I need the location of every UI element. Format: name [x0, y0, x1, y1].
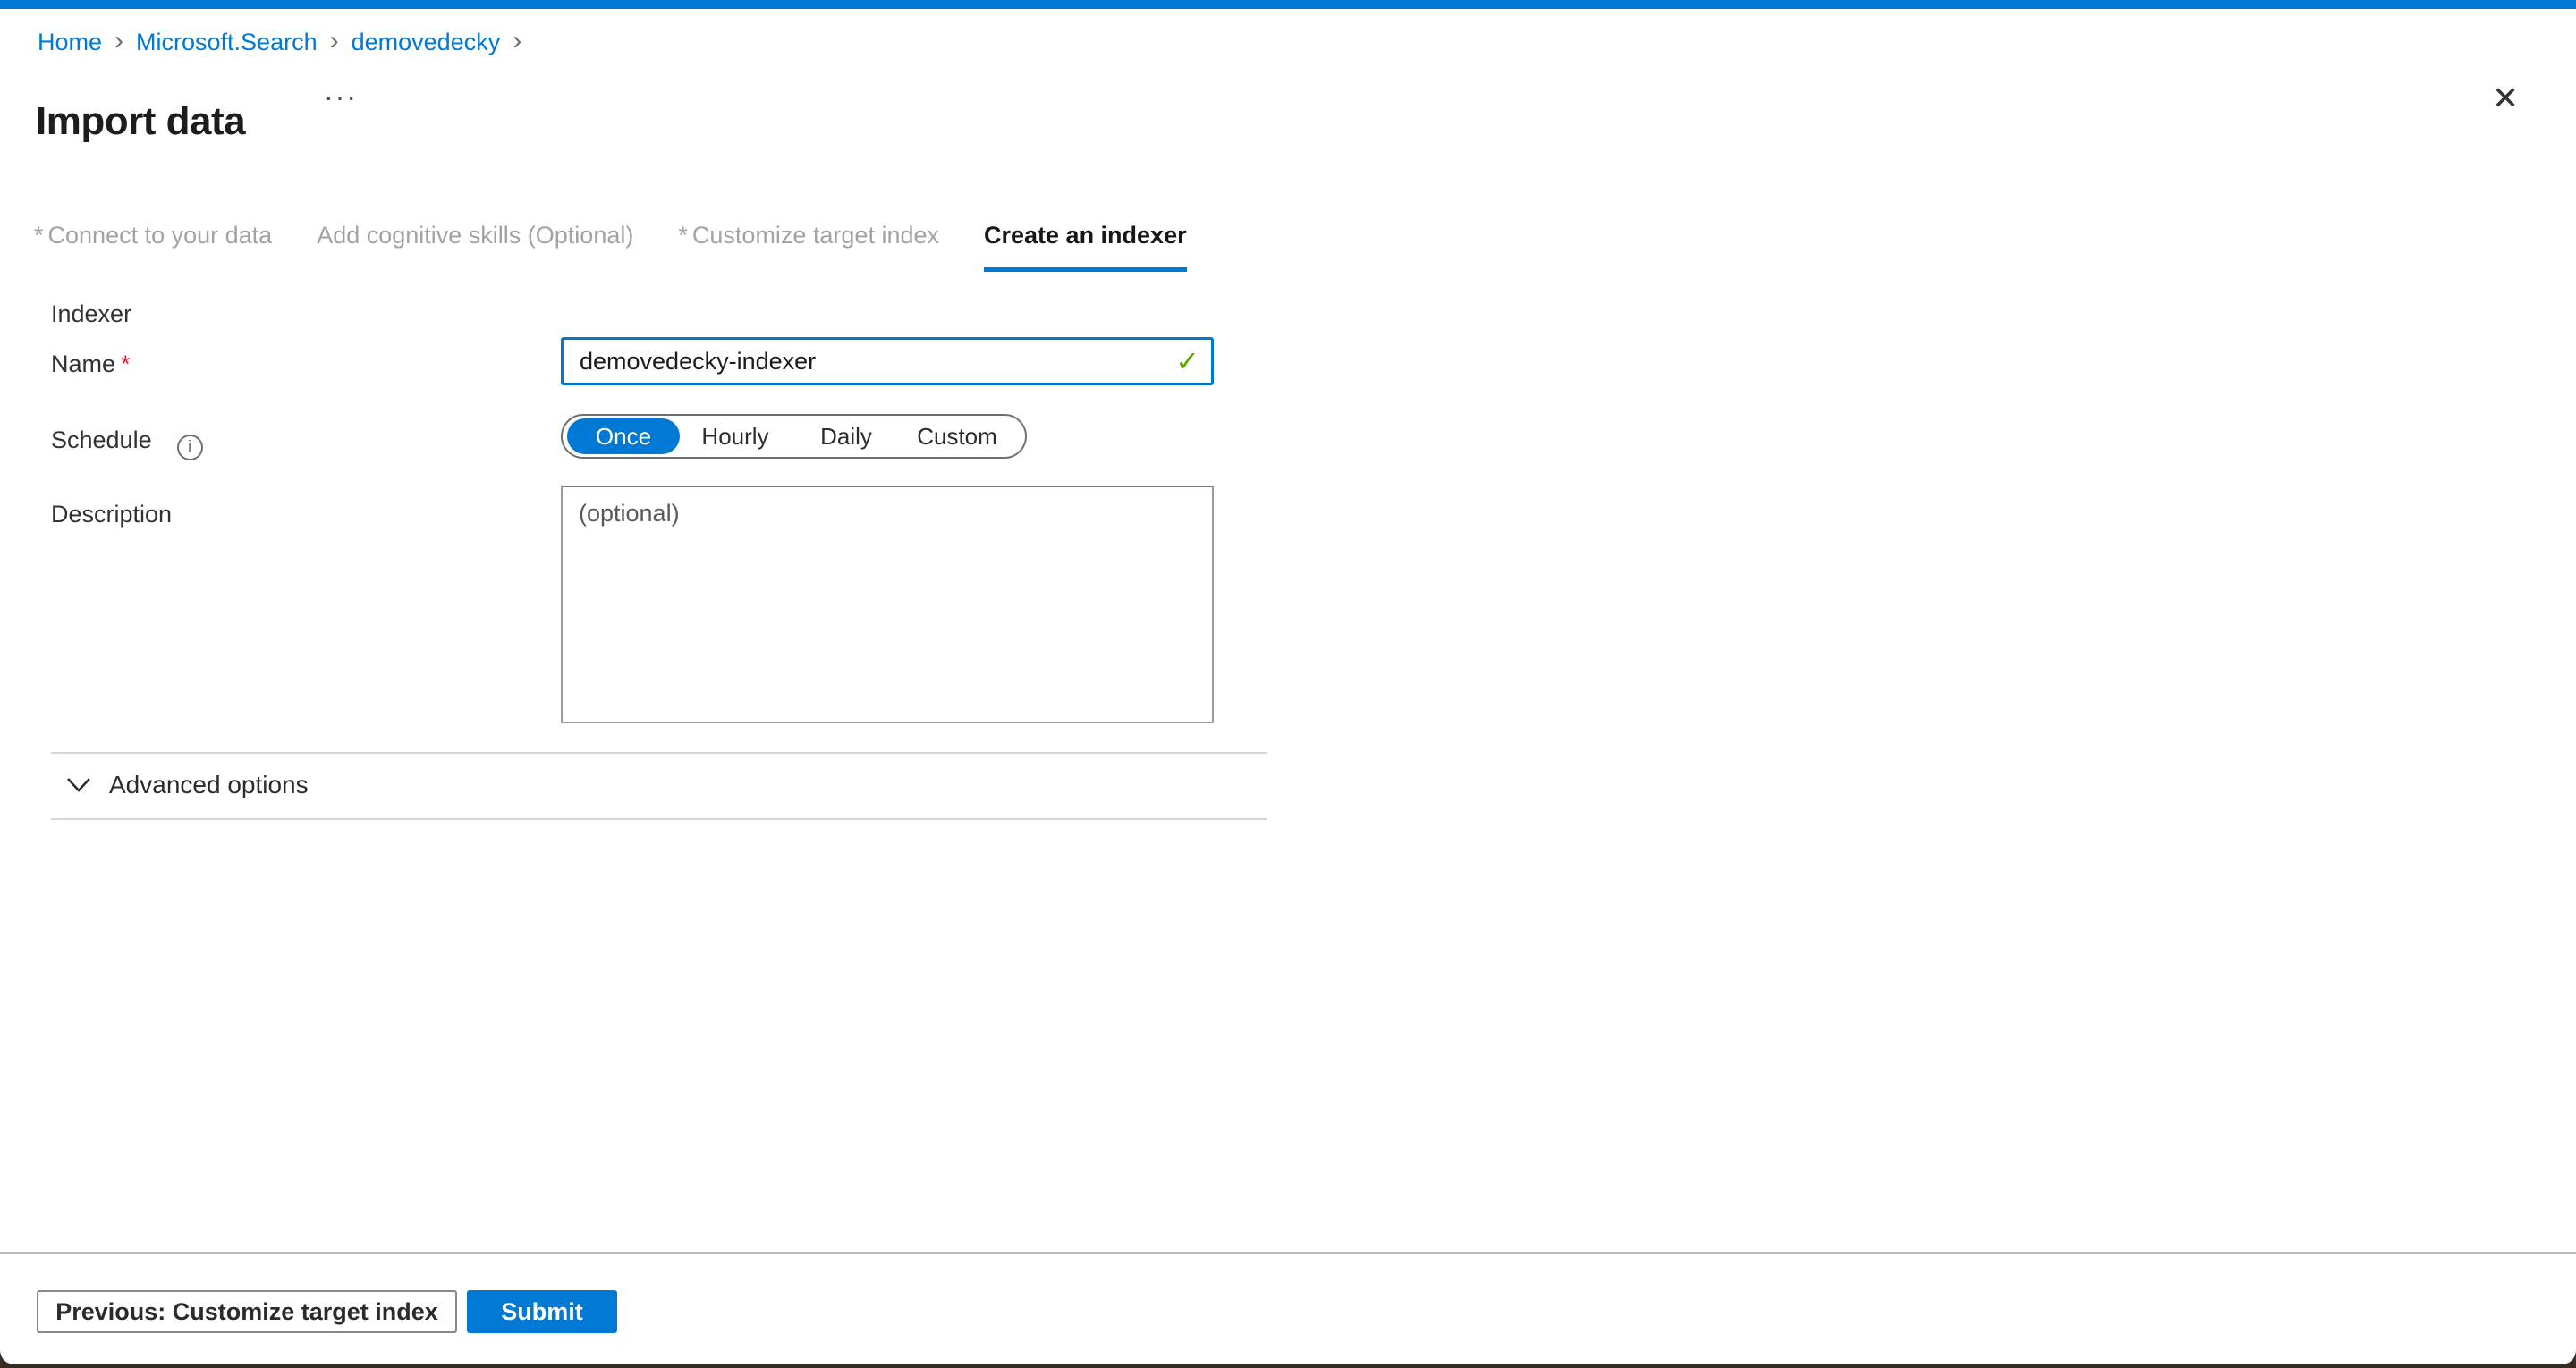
tab-create-an-indexer[interactable]: Create an indexer: [984, 222, 1187, 272]
required-marker: *: [34, 222, 44, 249]
section-divider: [51, 818, 1267, 820]
close-icon[interactable]: ✕: [2492, 82, 2519, 114]
wizard-tabs: *Connect to your data Add cognitive skil…: [34, 222, 1187, 272]
tab-customize-target-index[interactable]: *Customize target index: [678, 222, 939, 272]
info-icon[interactable]: i: [177, 435, 203, 460]
description-label: Description: [51, 501, 172, 528]
azure-top-accent-bar: [0, 0, 2576, 9]
advanced-options-toggle[interactable]: Advanced options: [66, 771, 309, 799]
tab-add-cognitive-skills[interactable]: Add cognitive skills (Optional): [317, 222, 633, 272]
schedule-option-hourly[interactable]: Hourly: [680, 423, 791, 451]
chevron-right-icon: ›: [114, 29, 123, 53]
breadcrumb-demovedecky-link[interactable]: demovedecky: [352, 29, 501, 56]
breadcrumb-microsoft-search-link[interactable]: Microsoft.Search: [136, 29, 318, 56]
chevron-right-icon: ›: [513, 29, 521, 53]
name-field-wrapper: ✓: [561, 337, 1214, 385]
advanced-options-label: Advanced options: [109, 771, 309, 799]
breadcrumb-home-link[interactable]: Home: [38, 29, 102, 56]
schedule-segmented-control: Once Hourly Daily Custom: [561, 414, 1027, 459]
previous-step-button[interactable]: Previous: Customize target index: [37, 1290, 457, 1333]
import-data-panel: Home › Microsoft.Search › demovedecky › …: [0, 0, 2576, 1364]
schedule-option-daily[interactable]: Daily: [791, 423, 902, 451]
name-label: Name*: [51, 350, 131, 378]
name-label-text: Name: [51, 350, 115, 377]
required-marker: *: [678, 222, 688, 249]
indexer-section-label: Indexer: [51, 300, 131, 328]
tab-label: Customize target index: [692, 222, 939, 249]
footer-divider: [0, 1252, 2576, 1254]
schedule-option-once[interactable]: Once: [567, 418, 680, 454]
chevron-right-icon: ›: [330, 29, 339, 53]
description-textarea[interactable]: [561, 486, 1214, 723]
schedule-label-text: Schedule: [51, 426, 152, 453]
indexer-name-input[interactable]: [561, 337, 1214, 385]
section-divider: [51, 752, 1267, 754]
required-asterisk: *: [121, 350, 131, 377]
tab-label: Connect to your data: [48, 222, 273, 249]
chevron-down-icon: [66, 777, 91, 793]
submit-button[interactable]: Submit: [467, 1290, 617, 1333]
schedule-option-custom[interactable]: Custom: [902, 423, 1013, 451]
tab-label: Create an indexer: [984, 222, 1187, 249]
more-options-icon[interactable]: ···: [324, 82, 358, 111]
page-title: Import data: [36, 99, 245, 144]
valid-check-icon: ✓: [1175, 344, 1199, 378]
tab-label: Add cognitive skills (Optional): [317, 222, 633, 249]
tab-connect-to-your-data[interactable]: *Connect to your data: [34, 222, 272, 272]
schedule-label: Schedule i: [51, 426, 203, 460]
breadcrumb: Home › Microsoft.Search › demovedecky ›: [38, 29, 521, 56]
